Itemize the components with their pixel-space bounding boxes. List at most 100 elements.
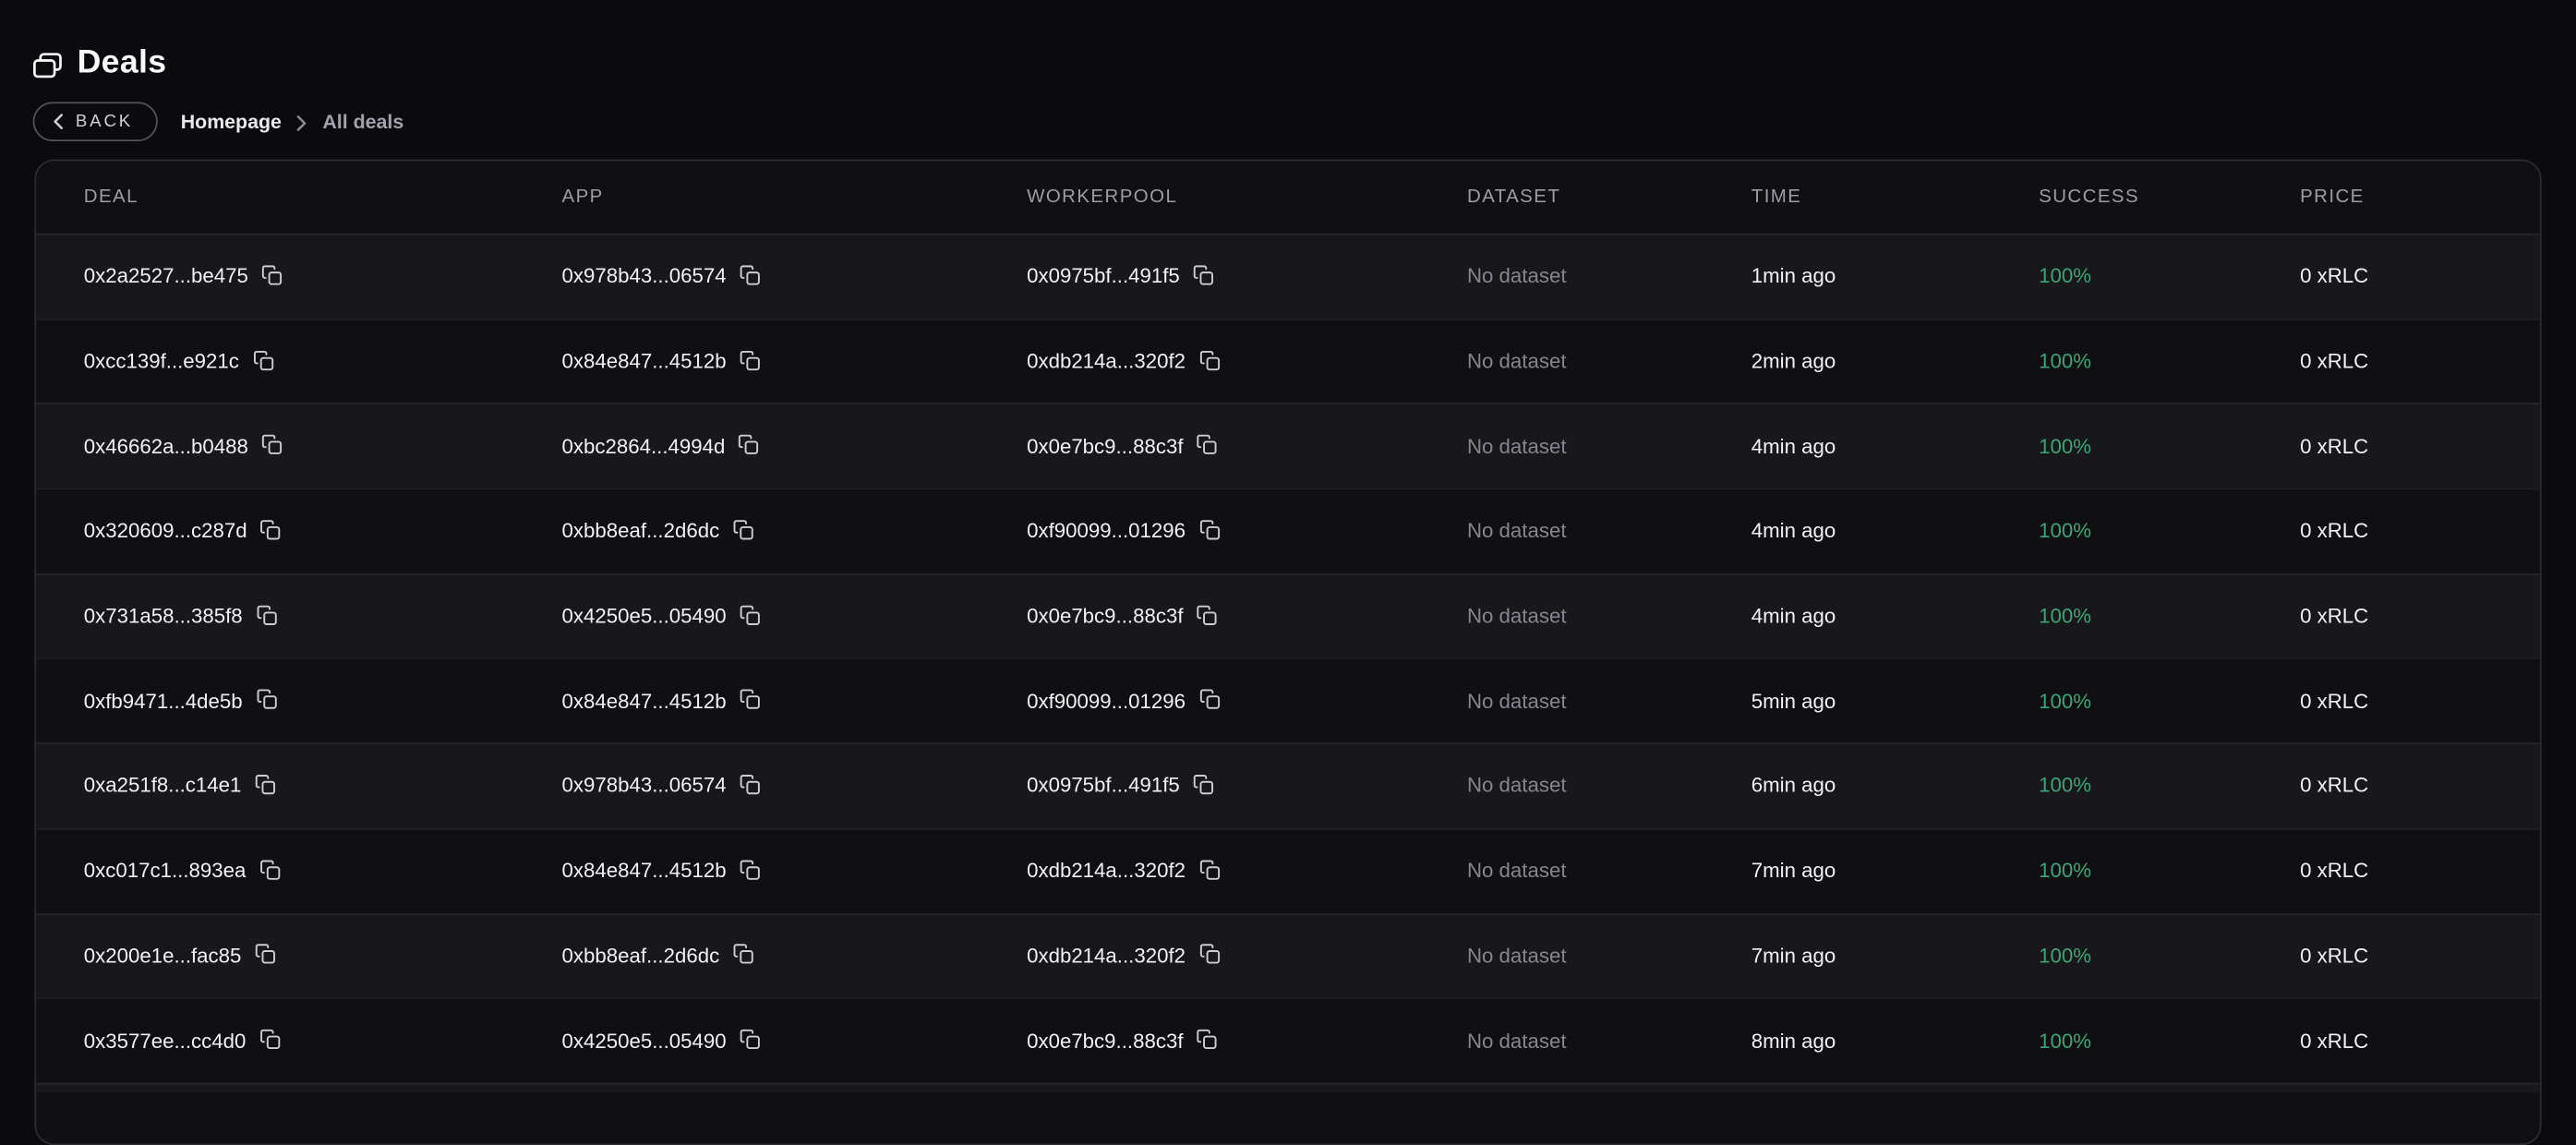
workerpool-hash-link[interactable]: 0xdb214a...320f2 <box>1027 945 1186 968</box>
workerpool-hash-link[interactable]: 0x0e7bc9...88c3f <box>1027 605 1183 628</box>
nav-row: BACK Homepage All deals <box>33 102 2576 141</box>
app-hash-link[interactable]: 0x4250e5...05490 <box>562 605 727 628</box>
copy-icon[interactable] <box>732 944 753 965</box>
back-button[interactable]: BACK <box>33 102 158 141</box>
copy-icon[interactable] <box>740 689 761 710</box>
workerpool-hash-link[interactable]: 0x0e7bc9...88c3f <box>1027 435 1183 458</box>
copy-icon[interactable] <box>1198 349 1220 370</box>
chevron-left-icon <box>53 114 64 130</box>
copy-icon[interactable] <box>259 1029 281 1050</box>
price-value: 0 xRLC <box>2300 350 2368 373</box>
dataset-value: No dataset <box>1467 520 1567 543</box>
copy-icon[interactable] <box>740 859 761 880</box>
table-header-row: DEAL APP WORKERPOOL DATASET TIME SUCCESS… <box>36 161 2540 233</box>
page-title: Deals <box>78 44 167 82</box>
copy-icon[interactable] <box>1198 689 1220 710</box>
dataset-value: No dataset <box>1467 435 1567 458</box>
success-value: 100% <box>2039 605 2091 628</box>
deal-hash-link[interactable]: 0x731a58...385f8 <box>84 605 243 628</box>
column-header-app: APP <box>562 187 1028 207</box>
deal-hash-link[interactable]: 0x46662a...b0488 <box>84 435 248 458</box>
table-row[interactable]: 0x320609...c287d 0xbb8eaf...2d6dc 0xf900… <box>36 488 2540 573</box>
app-hash-link[interactable]: 0x4250e5...05490 <box>562 1030 727 1053</box>
copy-icon[interactable] <box>1198 859 1220 880</box>
table-row[interactable]: 0xc017c1...893ea 0x84e847...4512b 0xdb21… <box>36 827 2540 912</box>
page-header: Deals <box>0 0 2576 82</box>
time-value: 1min ago <box>1751 265 1836 288</box>
copy-icon[interactable] <box>739 434 760 455</box>
app-hash-link[interactable]: 0x84e847...4512b <box>562 350 727 373</box>
time-value: 5min ago <box>1751 690 1836 713</box>
copy-icon[interactable] <box>252 349 273 370</box>
table-row[interactable]: 0xfb9471...4de5b 0x84e847...4512b 0xf900… <box>36 658 2540 743</box>
dataset-value: No dataset <box>1467 265 1567 288</box>
copy-icon[interactable] <box>256 689 277 710</box>
table-row[interactable]: 0x3577ee...cc4d0 0x4250e5...05490 0x0e7b… <box>36 997 2540 1082</box>
workerpool-hash-link[interactable]: 0xf90099...01296 <box>1027 520 1186 543</box>
copy-icon[interactable] <box>1193 774 1214 795</box>
deal-hash-link[interactable]: 0xc017c1...893ea <box>84 860 247 883</box>
column-header-success: SUCCESS <box>2039 187 2300 207</box>
copy-icon[interactable] <box>255 774 276 795</box>
time-value: 4min ago <box>1751 605 1836 628</box>
deal-hash-link[interactable]: 0x200e1e...fac85 <box>84 945 242 968</box>
table-row[interactable]: 0xcc139f...e921c 0x84e847...4512b 0xdb21… <box>36 319 2540 404</box>
table-row[interactable]: 0x731a58...385f8 0x4250e5...05490 0x0e7b… <box>36 573 2540 658</box>
deal-hash-link[interactable]: 0xa251f8...c14e1 <box>84 775 242 798</box>
copy-icon[interactable] <box>1198 519 1220 540</box>
copy-icon[interactable] <box>1197 604 1218 625</box>
copy-icon[interactable] <box>259 859 281 880</box>
workerpool-hash-link[interactable]: 0x0e7bc9...88c3f <box>1027 1030 1183 1053</box>
app-hash-link[interactable]: 0x84e847...4512b <box>562 860 727 883</box>
app-hash-link[interactable]: 0x978b43...06574 <box>562 775 727 798</box>
app-hash-link[interactable]: 0xbb8eaf...2d6dc <box>562 520 720 543</box>
table-row[interactable]: 0x200e1e...fac85 0xbb8eaf...2d6dc 0xdb21… <box>36 912 2540 997</box>
copy-icon[interactable] <box>1193 264 1214 285</box>
copy-icon[interactable] <box>1198 944 1220 965</box>
column-header-time: TIME <box>1751 187 2039 207</box>
copy-icon[interactable] <box>261 434 283 455</box>
price-value: 0 xRLC <box>2300 265 2368 288</box>
deal-hash-link[interactable]: 0x3577ee...cc4d0 <box>84 1030 247 1053</box>
breadcrumb: Homepage All deals <box>181 110 403 133</box>
workerpool-hash-link[interactable]: 0x0975bf...491f5 <box>1027 265 1180 288</box>
copy-icon[interactable] <box>740 774 761 795</box>
table-row[interactable]: 0x46662a...b0488 0xbc2864...4994d 0x0e7b… <box>36 404 2540 488</box>
table-row[interactable]: 0x2a2527...be475 0x978b43...06574 0x0975… <box>36 234 2540 319</box>
time-value: 2min ago <box>1751 350 1836 373</box>
copy-icon[interactable] <box>1197 434 1218 455</box>
copy-icon[interactable] <box>740 1029 761 1050</box>
copy-icon[interactable] <box>740 264 761 285</box>
copy-icon[interactable] <box>740 604 761 625</box>
workerpool-hash-link[interactable]: 0x0975bf...491f5 <box>1027 775 1180 798</box>
deal-hash-link[interactable]: 0x320609...c287d <box>84 520 247 543</box>
copy-icon[interactable] <box>255 944 276 965</box>
workerpool-hash-link[interactable]: 0xdb214a...320f2 <box>1027 860 1186 883</box>
copy-icon[interactable] <box>256 604 277 625</box>
app-hash-link[interactable]: 0xbc2864...4994d <box>562 435 726 458</box>
breadcrumb-homepage-link[interactable]: Homepage <box>181 110 282 133</box>
deal-hash-link[interactable]: 0xfb9471...4de5b <box>84 690 243 713</box>
copy-icon[interactable] <box>261 264 283 285</box>
deals-icon <box>33 52 63 78</box>
copy-icon[interactable] <box>732 519 753 540</box>
copy-icon[interactable] <box>260 519 282 540</box>
price-value: 0 xRLC <box>2300 605 2368 628</box>
workerpool-hash-link[interactable]: 0xdb214a...320f2 <box>1027 350 1186 373</box>
success-value: 100% <box>2039 945 2091 968</box>
dataset-value: No dataset <box>1467 1030 1567 1053</box>
deal-hash-link[interactable]: 0xcc139f...e921c <box>84 350 239 373</box>
price-value: 0 xRLC <box>2300 690 2368 713</box>
copy-icon[interactable] <box>1197 1029 1218 1050</box>
app-hash-link[interactable]: 0xbb8eaf...2d6dc <box>562 945 720 968</box>
copy-icon[interactable] <box>740 349 761 370</box>
success-value: 100% <box>2039 435 2091 458</box>
deal-hash-link[interactable]: 0x2a2527...be475 <box>84 265 248 288</box>
dataset-value: No dataset <box>1467 605 1567 628</box>
chevron-right-icon <box>296 114 307 131</box>
app-hash-link[interactable]: 0x978b43...06574 <box>562 265 727 288</box>
table-row[interactable]: 0xa251f8...c14e1 0x978b43...06574 0x0975… <box>36 742 2540 827</box>
workerpool-hash-link[interactable]: 0xf90099...01296 <box>1027 690 1186 713</box>
time-value: 6min ago <box>1751 775 1836 798</box>
app-hash-link[interactable]: 0x84e847...4512b <box>562 690 727 713</box>
